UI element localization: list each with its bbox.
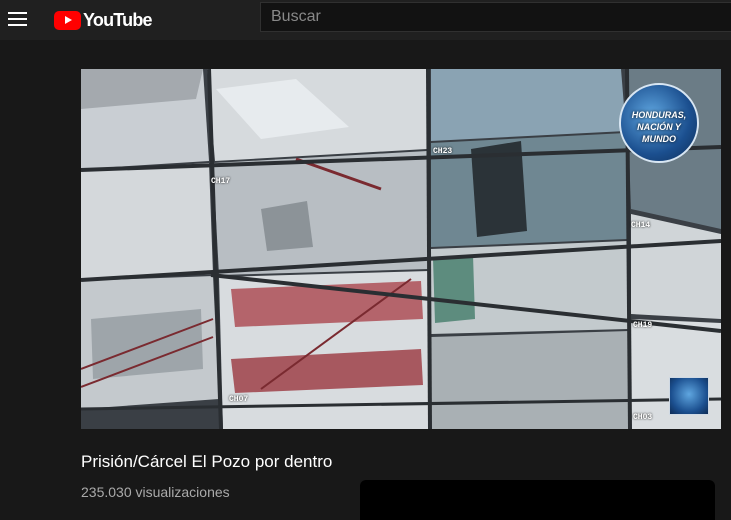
redacted-area bbox=[360, 480, 715, 520]
youtube-logo[interactable]: YouTube bbox=[54, 9, 153, 31]
video-player[interactable]: CH17 CH23 CH14 CH07 CH03 CH19 HONDURAS, … bbox=[81, 69, 721, 429]
video-title[interactable]: Prisión/Cárcel El Pozo por dentro bbox=[81, 452, 332, 472]
watermark-text: HONDURAS, NACIÓN Y MUNDO bbox=[631, 110, 687, 144]
search-input[interactable] bbox=[260, 2, 731, 32]
camera-label: CH07 bbox=[229, 395, 249, 404]
camera-label: CH19 bbox=[633, 321, 653, 330]
top-bar: YouTube bbox=[0, 0, 731, 40]
camera-label: CH03 bbox=[633, 413, 653, 422]
channel-watermark-logo: HONDURAS, NACIÓN Y MUNDO bbox=[619, 83, 699, 163]
view-count: 235.030 visualizaciones bbox=[81, 484, 230, 500]
logo-text: YouTube bbox=[83, 9, 153, 30]
camera-label: CH14 bbox=[631, 221, 651, 230]
youtube-play-icon bbox=[54, 10, 81, 30]
camera-label: CH23 bbox=[433, 147, 453, 156]
channel-watermark-small-icon bbox=[669, 377, 709, 415]
menu-icon[interactable] bbox=[8, 8, 32, 32]
camera-label: CH17 bbox=[211, 177, 231, 186]
